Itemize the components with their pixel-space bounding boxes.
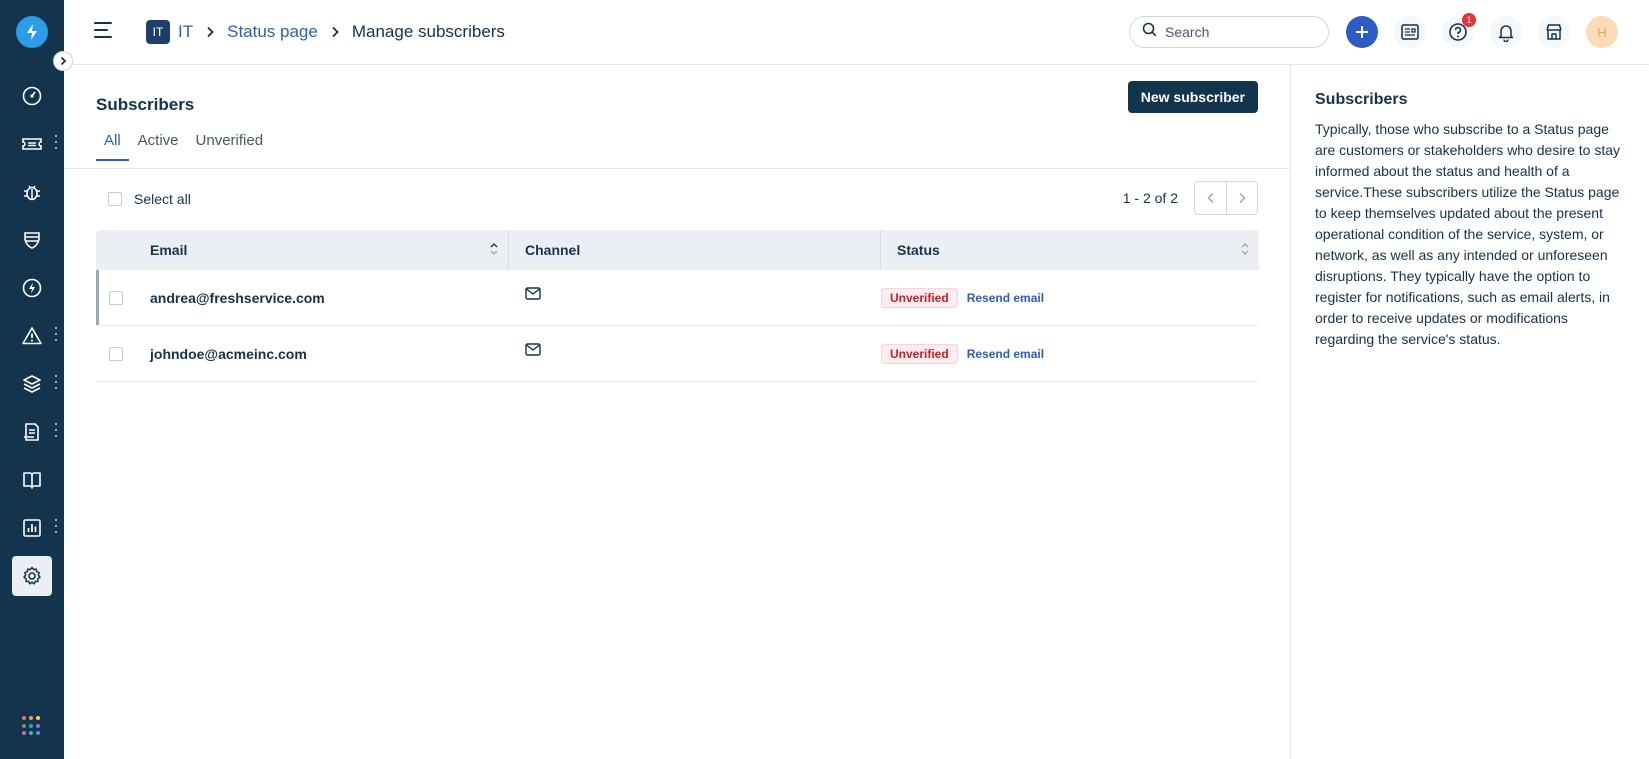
tab-active[interactable]: Active [130,132,187,161]
assets-icon[interactable] [12,364,52,404]
sort-icon[interactable] [490,242,498,256]
chevron-right-icon [330,26,340,38]
dashboard-icon[interactable] [12,76,52,116]
contracts-icon[interactable] [12,412,52,452]
workspace-badge: IT [146,20,170,44]
add-new-button[interactable] [1346,16,1378,48]
expand-nav-button[interactable] [53,51,73,71]
table-row[interactable]: johndoe@acmeinc.com Unverified Resend em… [96,326,1259,382]
alerts-icon[interactable] [12,316,52,356]
tickets-more-icon[interactable] [53,135,59,149]
column-header-email[interactable]: Email [96,230,509,270]
assets-more-icon[interactable] [53,375,59,389]
help-icon[interactable]: 1 [1442,13,1476,48]
table-toolbar: Select all 1 - 2 of 2 [108,181,1258,215]
mail-icon [525,287,541,300]
row-checkbox[interactable] [109,346,123,361]
tickets-icon[interactable] [12,124,52,164]
app-switcher-icon[interactable] [22,716,42,736]
previous-page-button[interactable] [1195,182,1226,214]
breadcrumb: IT IT Status page Manage subscribers [146,20,505,44]
store-icon[interactable] [1538,16,1570,48]
select-all[interactable]: Select all [108,191,191,207]
left-nav [0,0,73,759]
breadcrumb-current: Manage subscribers [351,22,505,41]
chevron-right-icon [1239,192,1246,204]
breadcrumb-link-it[interactable]: IT [178,22,193,42]
search-icon [1142,22,1157,42]
help-notification-badge: 1 [1462,13,1476,27]
news-feed-icon[interactable] [1394,16,1426,48]
next-page-button[interactable] [1226,182,1257,214]
select-all-label: Select all [134,191,191,207]
status-badge: Unverified [881,287,958,308]
avatar[interactable]: H [1586,16,1618,48]
main-content: Subscribers New subscriber All Active Un… [64,65,1291,759]
subscriber-email: johndoe@acmeinc.com [150,345,307,362]
subscriber-tabs: All Active Unverified [96,132,272,161]
sort-icon[interactable] [1241,242,1249,256]
subscriber-email: andrea@freshservice.com [150,289,325,306]
tab-all[interactable]: All [96,132,129,161]
pagination: 1 - 2 of 2 [1123,181,1258,215]
top-header: IT IT Status page Manage subscribers 1 H [64,0,1649,65]
help-text: Typically, those who subscribe to a Stat… [1315,121,1621,347]
search-box[interactable] [1129,16,1329,48]
pagination-info: 1 - 2 of 2 [1122,190,1178,206]
tabs-divider [64,168,1290,169]
row-checkbox[interactable] [109,290,123,305]
subscribers-table: Email Channel Status andrea@freshservice… [96,230,1259,382]
table-row[interactable]: andrea@freshservice.com Unverified Resen… [96,270,1259,326]
resend-email-link[interactable]: Resend email [967,291,1044,305]
select-all-checkbox[interactable] [108,192,122,206]
changes-icon[interactable] [12,220,52,260]
solutions-icon[interactable] [12,460,52,500]
table-header: Email Channel Status [96,230,1259,270]
help-panel: Subscribers Typically, those who subscri… [1291,65,1649,759]
resend-email-link[interactable]: Resend email [967,347,1044,361]
contracts-more-icon[interactable] [53,423,59,437]
releases-icon[interactable] [12,268,52,308]
status-badge: Unverified [881,343,958,364]
tab-unverified[interactable]: Unverified [188,132,272,161]
breadcrumb-link-status-page[interactable]: Status page [227,22,318,42]
freshservice-logo-icon[interactable] [16,16,48,48]
chevron-left-icon [1206,192,1214,204]
admin-settings-icon[interactable] [12,556,52,596]
analytics-more-icon[interactable] [53,519,59,533]
new-subscriber-button[interactable]: New subscriber [1127,81,1258,113]
alerts-more-icon[interactable] [53,327,59,341]
help-title: Subscribers [1315,91,1408,108]
bell-icon[interactable] [1490,16,1522,48]
mail-icon [525,343,541,356]
analytics-icon[interactable] [12,508,52,548]
channel-cell [509,326,881,381]
search-input[interactable] [1165,24,1315,40]
column-header-status[interactable]: Status [881,230,1259,270]
channel-cell [509,270,881,325]
page-title: Subscribers [96,95,195,114]
column-header-channel: Channel [509,230,881,270]
menu-icon[interactable] [94,22,112,38]
chevron-right-icon [205,26,215,38]
problems-icon[interactable] [12,172,52,212]
